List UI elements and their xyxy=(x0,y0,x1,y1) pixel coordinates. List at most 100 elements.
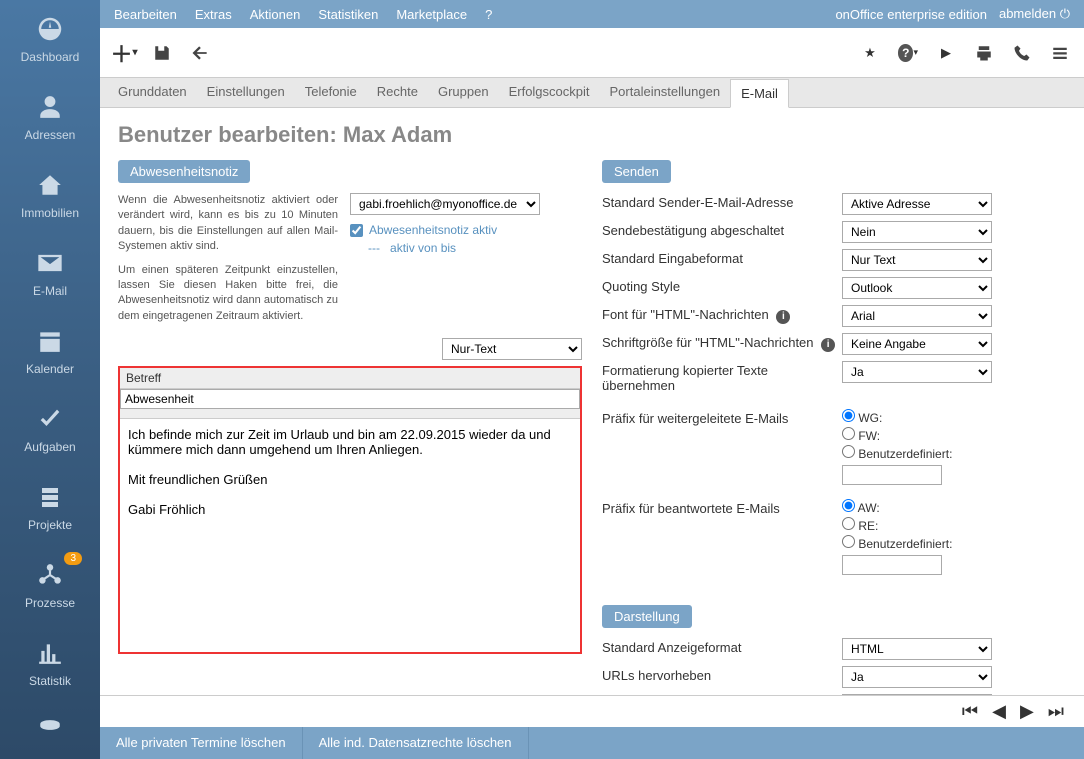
sidebar-item-projekte[interactable]: Projekte xyxy=(0,468,100,546)
record-nav: ⏮ ◀ ▶ ⏭ xyxy=(100,695,1084,727)
play-button[interactable]: ▶ xyxy=(936,43,956,63)
sel-confirm[interactable]: Nein xyxy=(842,221,992,243)
sel-fontsize[interactable]: Keine Angabe xyxy=(842,333,992,355)
sel-url-highlight[interactable]: Ja xyxy=(842,666,992,688)
sel-quoting[interactable]: Outlook xyxy=(842,277,992,299)
lbl-fwd-prefix: Präfix für weitergeleitete E-Mails xyxy=(602,409,842,426)
sel-sender[interactable]: Aktive Adresse xyxy=(842,193,992,215)
phone-button[interactable] xyxy=(1012,43,1032,63)
menu-statistiken[interactable]: Statistiken xyxy=(318,7,378,22)
section-abwesenheitsnotiz: Abwesenheitsnotiz xyxy=(118,160,250,183)
house-icon xyxy=(35,170,65,200)
sidebar-label: Projekte xyxy=(28,518,72,532)
fwd-prefix-group: WG: FW: Benutzerdefiniert: xyxy=(842,409,1066,485)
sidebar-item-immobilien[interactable]: Immobilien xyxy=(0,156,100,234)
sidebar-item-prozesse[interactable]: 3 Prozesse xyxy=(0,546,100,624)
logout-link[interactable]: abmelden ⏻ xyxy=(999,6,1070,22)
nav-next[interactable]: ▶ xyxy=(1020,701,1034,722)
reply-custom-input[interactable] xyxy=(842,555,942,575)
tab-grunddaten[interactable]: Grunddaten xyxy=(108,78,197,107)
tab-rechte[interactable]: Rechte xyxy=(367,78,428,107)
menu-help[interactable]: ? xyxy=(485,7,492,22)
tab-erfolgscockpit[interactable]: Erfolgscockpit xyxy=(499,78,600,107)
lbl-inputformat: Standard Eingabeformat xyxy=(602,249,842,266)
lbl-sender: Standard Sender-E-Mail-Adresse xyxy=(602,193,842,210)
sidebar-item-dashboard[interactable]: Dashboard xyxy=(0,0,100,78)
nav-first[interactable]: ⏮ xyxy=(962,701,978,722)
star-button[interactable]: ★ xyxy=(860,43,880,63)
info-icon[interactable]: i xyxy=(776,310,790,324)
lbl-reply-prefix: Präfix für beantwortete E-Mails xyxy=(602,499,842,516)
fwd-custom-input[interactable] xyxy=(842,465,942,485)
tab-einstellungen[interactable]: Einstellungen xyxy=(197,78,295,107)
sel-inputformat[interactable]: Nur Text xyxy=(842,249,992,271)
menu-bearbeiten[interactable]: Bearbeiten xyxy=(114,7,177,22)
lbl-fontsize: Schriftgröße für "HTML"-Nachrichten i xyxy=(602,333,842,352)
sidebar-item-aufgaben[interactable]: Aufgaben xyxy=(0,390,100,468)
subject-label: Betreff xyxy=(120,368,580,389)
envelope-icon xyxy=(35,248,65,278)
server-icon xyxy=(35,482,65,512)
sidebar-item-kalender[interactable]: Kalender xyxy=(0,312,100,390)
menu-extras[interactable]: Extras xyxy=(195,7,232,22)
ooo-active-checkbox[interactable] xyxy=(350,224,363,237)
editor-divider xyxy=(120,409,580,419)
check-icon xyxy=(35,404,65,434)
lbl-quoting: Quoting Style xyxy=(602,277,842,294)
menu-aktionen[interactable]: Aktionen xyxy=(250,7,301,22)
delete-private-appointments[interactable]: Alle privaten Termine löschen xyxy=(100,727,303,759)
menu-button[interactable] xyxy=(1050,43,1070,63)
reply-prefix-group: AW: RE: Benutzerdefiniert: xyxy=(842,499,1066,575)
subject-input[interactable] xyxy=(120,389,580,409)
lbl-display-format: Standard Anzeigeformat xyxy=(602,638,842,655)
person-icon xyxy=(35,92,65,122)
lbl-confirm: Sendebestätigung abgeschaltet xyxy=(602,221,842,238)
info-text-2: Um einen späteren Zeitpunkt einzustellen… xyxy=(118,263,338,325)
email-account-select[interactable]: gabi.froehlich@myonoffice.de (a xyxy=(350,193,540,215)
add-button[interactable]: ＋▾ xyxy=(114,43,134,63)
date-range-link[interactable]: aktiv von bis xyxy=(390,241,456,255)
nav-last[interactable]: ⏭ xyxy=(1048,701,1064,722)
radio-reply-custom[interactable] xyxy=(842,535,855,548)
nav-prev[interactable]: ◀ xyxy=(992,701,1006,722)
radio-aw[interactable] xyxy=(842,499,855,512)
tab-portaleinstellungen[interactable]: Portaleinstellungen xyxy=(600,78,731,107)
product-label: onOffice enterprise edition xyxy=(835,7,987,22)
sidebar-item-statistik[interactable]: Statistik xyxy=(0,624,100,702)
workflow-icon xyxy=(35,560,65,590)
sidebar-item-more[interactable] xyxy=(0,702,100,752)
sidebar-label: Prozesse xyxy=(25,596,75,610)
body-textarea[interactable] xyxy=(120,419,580,649)
save-button[interactable] xyxy=(152,43,172,63)
section-darstellung: Darstellung xyxy=(602,605,692,628)
radio-fw[interactable] xyxy=(842,427,855,440)
sel-copyformat[interactable]: Ja xyxy=(842,361,992,383)
back-button[interactable] xyxy=(190,43,210,63)
tab-telefonie[interactable]: Telefonie xyxy=(295,78,367,107)
sel-font[interactable]: Arial xyxy=(842,305,992,327)
lbl-url-highlight: URLs hervorheben xyxy=(602,666,842,683)
sel-display-format[interactable]: HTML xyxy=(842,638,992,660)
radio-re[interactable] xyxy=(842,517,855,530)
sidebar-item-email[interactable]: E-Mail xyxy=(0,234,100,312)
lbl-copyformat: Formatierung kopierter Texte übernehmen xyxy=(602,361,842,393)
info-icon[interactable]: i xyxy=(821,338,835,352)
tab-email[interactable]: E-Mail xyxy=(730,79,789,108)
sidebar-item-adressen[interactable]: Adressen xyxy=(0,78,100,156)
lbl-font: Font für "HTML"-Nachrichten i xyxy=(602,305,842,324)
gauge-icon xyxy=(35,14,65,44)
ooo-editor: Betreff xyxy=(118,366,582,654)
toolbar: ＋▾ ★ ?▾ ▶ xyxy=(100,28,1084,78)
radio-fwd-custom[interactable] xyxy=(842,445,855,458)
format-select[interactable]: Nur-Text xyxy=(442,338,582,360)
date-prefix: --- xyxy=(368,241,380,255)
delete-record-rights[interactable]: Alle ind. Datensatzrechte löschen xyxy=(303,727,529,759)
print-button[interactable] xyxy=(974,43,994,63)
help-button[interactable]: ?▾ xyxy=(898,43,918,63)
radio-wg[interactable] xyxy=(842,409,855,422)
database-icon xyxy=(35,716,65,746)
left-sidebar: Dashboard Adressen Immobilien E-Mail Kal… xyxy=(0,0,100,759)
sidebar-label: Statistik xyxy=(29,674,71,688)
tab-gruppen[interactable]: Gruppen xyxy=(428,78,499,107)
menu-marketplace[interactable]: Marketplace xyxy=(396,7,467,22)
